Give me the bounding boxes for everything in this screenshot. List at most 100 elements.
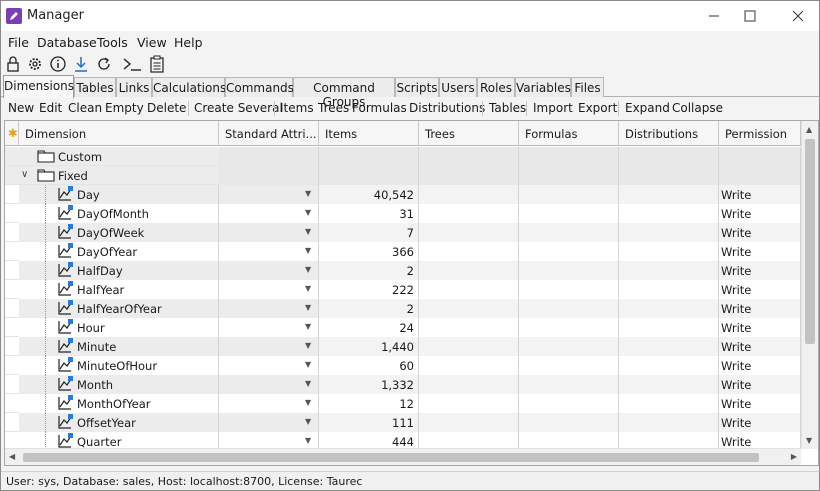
dropdown-arrow-icon[interactable]: ▼ bbox=[305, 379, 311, 388]
tab-variables[interactable]: Variables bbox=[515, 77, 571, 97]
dimension-name-cell[interactable]: Day bbox=[19, 185, 219, 204]
column-header-dimension[interactable]: Dimension bbox=[19, 121, 219, 146]
dimension-name-cell[interactable]: MinuteOfHour bbox=[19, 356, 219, 375]
collapse-button[interactable]: Collapse bbox=[672, 101, 723, 115]
formulas-button[interactable]: Formulas bbox=[352, 101, 407, 115]
dimensions-grid[interactable]: ✱ Dimension Standard Attri... Items Tree… bbox=[4, 120, 819, 466]
grid-cell[interactable]: ▼ bbox=[219, 185, 319, 204]
chevron-down-icon[interactable]: ∨ bbox=[21, 169, 28, 180]
close-icon[interactable] bbox=[785, 5, 811, 27]
tab-links[interactable]: Links bbox=[116, 77, 152, 97]
edit-button[interactable]: Edit bbox=[39, 101, 62, 115]
table-row[interactable]: ▼ 24 Write Hour bbox=[5, 318, 801, 337]
dropdown-arrow-icon[interactable]: ▼ bbox=[305, 246, 311, 255]
gear-icon[interactable] bbox=[26, 55, 44, 73]
grid-cell[interactable]: ▼ bbox=[219, 299, 319, 318]
tab-scripts[interactable]: Scripts bbox=[395, 77, 439, 97]
tab-command-groups[interactable]: Command Groups bbox=[293, 77, 395, 109]
vertical-scrollbar[interactable]: ▲ ▼ bbox=[801, 121, 818, 449]
dimension-name-cell[interactable]: HalfDay bbox=[19, 261, 219, 280]
tab-calculations[interactable]: Calculations bbox=[152, 77, 226, 97]
lock-icon[interactable] bbox=[4, 55, 22, 73]
import-button[interactable]: Import bbox=[533, 101, 573, 115]
grid-cell[interactable]: ▼ bbox=[219, 242, 319, 261]
dropdown-arrow-icon[interactable]: ▼ bbox=[305, 322, 311, 331]
grid-cell[interactable]: ▼ bbox=[219, 280, 319, 299]
dimension-name-cell[interactable]: DayOfMonth bbox=[19, 204, 219, 223]
dimension-name-cell[interactable]: HalfYear bbox=[19, 280, 219, 299]
folder-row[interactable]: Custom bbox=[5, 147, 801, 166]
tab-roles[interactable]: Roles bbox=[477, 77, 515, 97]
dropdown-arrow-icon[interactable]: ▼ bbox=[305, 265, 311, 274]
expand-button[interactable]: Expand bbox=[625, 101, 670, 115]
export-button[interactable]: Export bbox=[578, 101, 617, 115]
tab-users[interactable]: Users bbox=[439, 77, 477, 97]
table-row[interactable]: ▼ 366 Write DayOfYear bbox=[5, 242, 801, 261]
horizontal-scrollbar[interactable]: ◀ ▶ bbox=[5, 448, 801, 465]
terminal-icon[interactable] bbox=[122, 55, 141, 73]
column-header-trees[interactable]: Trees bbox=[419, 121, 519, 146]
table-row[interactable]: ▼ 111 Write OffsetYear bbox=[5, 413, 801, 432]
table-row[interactable]: ▼ 7 Write DayOfWeek bbox=[5, 223, 801, 242]
dropdown-arrow-icon[interactable]: ▼ bbox=[305, 208, 311, 217]
column-header-standard-attribute[interactable]: Standard Attri... bbox=[219, 121, 319, 146]
dimension-name-cell[interactable]: Minute bbox=[19, 337, 219, 356]
table-row[interactable]: ▼ 1,332 Write Month bbox=[5, 375, 801, 394]
table-row[interactable]: ▼ 60 Write MinuteOfHour bbox=[5, 356, 801, 375]
refresh-icon[interactable] bbox=[95, 55, 113, 73]
dropdown-arrow-icon[interactable]: ▼ bbox=[305, 436, 311, 445]
clean-button[interactable]: Clean bbox=[68, 101, 102, 115]
table-row[interactable]: ▼ 31 Write DayOfMonth bbox=[5, 204, 801, 223]
horizontal-scroll-thumb[interactable] bbox=[23, 453, 759, 462]
trees-button[interactable]: Trees bbox=[318, 101, 349, 115]
menu-tools[interactable]: Tools bbox=[97, 35, 128, 50]
grid-cell[interactable]: ▼ bbox=[219, 261, 319, 280]
table-row[interactable]: ▼ 12 Write MonthOfYear bbox=[5, 394, 801, 413]
dimension-name-cell[interactable]: OffsetYear bbox=[19, 413, 219, 432]
vertical-scroll-thumb[interactable] bbox=[805, 139, 815, 344]
items-button[interactable]: Items bbox=[280, 101, 314, 115]
scroll-up-icon[interactable]: ▲ bbox=[806, 125, 812, 134]
create-several-button[interactable]: Create Several bbox=[194, 101, 283, 115]
dropdown-arrow-icon[interactable]: ▼ bbox=[305, 341, 311, 350]
dimension-name-cell[interactable]: MonthOfYear bbox=[19, 394, 219, 413]
download-icon[interactable] bbox=[72, 55, 90, 73]
clipboard-icon[interactable] bbox=[148, 55, 166, 73]
dimension-name-cell[interactable]: DayOfYear bbox=[19, 242, 219, 261]
dimension-name-cell[interactable]: DayOfWeek bbox=[19, 223, 219, 242]
dropdown-arrow-icon[interactable]: ▼ bbox=[305, 398, 311, 407]
menu-view[interactable]: View bbox=[137, 35, 167, 50]
empty-button[interactable]: Empty bbox=[105, 101, 144, 115]
tab-files[interactable]: Files bbox=[571, 77, 604, 97]
dropdown-arrow-icon[interactable]: ▼ bbox=[305, 417, 311, 426]
scroll-right-icon[interactable]: ▶ bbox=[791, 452, 797, 461]
grid-cell[interactable]: ▼ bbox=[219, 413, 319, 432]
dropdown-arrow-icon[interactable]: ▼ bbox=[305, 227, 311, 236]
grid-cell[interactable]: ▼ bbox=[219, 223, 319, 242]
dimension-name-cell[interactable]: Month bbox=[19, 375, 219, 394]
grid-cell[interactable]: ▼ bbox=[219, 204, 319, 223]
menu-help[interactable]: Help bbox=[174, 35, 203, 50]
table-row[interactable]: ▼ 222 Write HalfYear bbox=[5, 280, 801, 299]
tab-dimensions[interactable]: Dimensions bbox=[3, 75, 74, 98]
dropdown-arrow-icon[interactable]: ▼ bbox=[305, 284, 311, 293]
table-row[interactable]: ▼ 40,542 Write Day bbox=[5, 185, 801, 204]
scroll-down-icon[interactable]: ▼ bbox=[806, 436, 812, 445]
distributions-button[interactable]: Distributions bbox=[409, 101, 485, 115]
grid-cell[interactable]: ▼ bbox=[219, 356, 319, 375]
folder-row[interactable]: ∨ Fixed bbox=[5, 166, 801, 185]
dropdown-arrow-icon[interactable]: ▼ bbox=[305, 189, 311, 198]
grid-cell[interactable]: ▼ bbox=[219, 318, 319, 337]
dimension-name-cell[interactable]: Hour bbox=[19, 318, 219, 337]
minimize-icon[interactable] bbox=[701, 5, 727, 27]
info-icon[interactable] bbox=[49, 55, 67, 73]
table-row[interactable]: ▼ 2 Write HalfYearOfYear bbox=[5, 299, 801, 318]
grid-cell[interactable]: ▼ bbox=[219, 337, 319, 356]
tables-button[interactable]: Tables bbox=[489, 101, 526, 115]
menu-database[interactable]: Database bbox=[37, 35, 97, 50]
scroll-left-icon[interactable]: ◀ bbox=[9, 452, 15, 461]
menu-file[interactable]: File bbox=[8, 35, 29, 50]
dimension-name-cell[interactable]: HalfYearOfYear bbox=[19, 299, 219, 318]
table-row[interactable]: ▼ 1,440 Write Minute bbox=[5, 337, 801, 356]
column-header-distributions[interactable]: Distributions bbox=[619, 121, 719, 146]
